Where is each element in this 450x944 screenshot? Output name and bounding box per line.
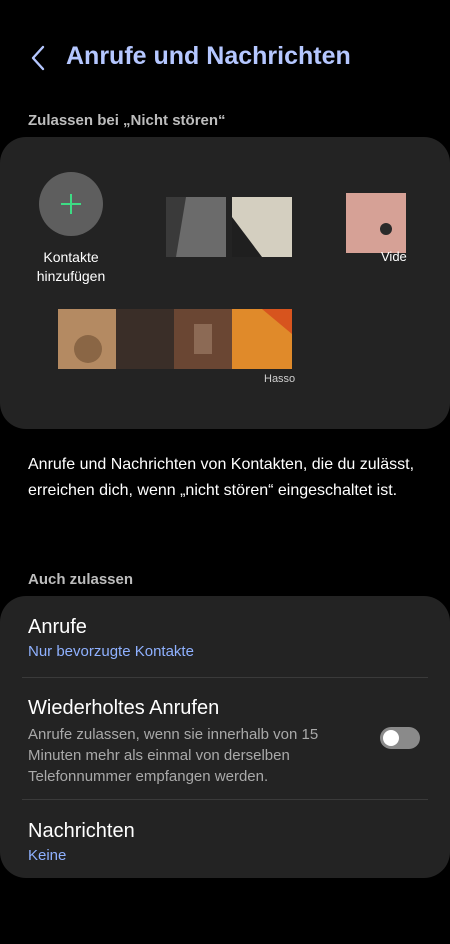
toggle-knob xyxy=(383,730,399,746)
calls-value: Nur bevorzugte Kontakte xyxy=(28,643,194,660)
avatar xyxy=(166,197,226,257)
allowed-contacts-card: Kontakte hinzufügen Vide Hasso xyxy=(0,137,450,429)
avatar xyxy=(58,309,118,369)
add-circle xyxy=(39,172,103,236)
also-allow-label: Auch zulassen xyxy=(28,571,134,588)
contact-avatar[interactable] xyxy=(166,197,226,257)
avatar xyxy=(346,193,406,253)
back-button[interactable] xyxy=(24,40,52,76)
calls-row[interactable]: Anrufe Nur bevorzugte Kontakte xyxy=(28,616,426,660)
also-allow-card: Anrufe Nur bevorzugte Kontakte Wiederhol… xyxy=(0,596,450,878)
page-title: Anrufe und Nachrichten xyxy=(66,42,351,70)
divider xyxy=(22,799,428,800)
avatar xyxy=(232,309,292,369)
contact-avatar[interactable] xyxy=(58,309,118,369)
repeat-calls-description: Anrufe zulassen, wenn sie innerhalb von … xyxy=(28,726,319,785)
plus-icon xyxy=(61,194,81,214)
contact-avatar[interactable] xyxy=(116,309,176,369)
contact-name: Hasso xyxy=(264,373,296,385)
add-contacts-button[interactable]: Kontakte hinzufügen xyxy=(37,172,105,284)
repeat-calls-title: Wiederholtes Anrufen xyxy=(28,697,220,719)
avatar xyxy=(174,309,234,369)
contact-name: Vide xyxy=(381,249,407,264)
add-contacts-label: Kontakte hinzufügen xyxy=(36,249,106,284)
calls-title: Anrufe xyxy=(28,616,87,638)
contact-avatar[interactable] xyxy=(232,309,292,369)
allow-section-label: Zulassen bei „Nicht stören“ xyxy=(28,112,226,129)
chevron-left-icon xyxy=(31,45,45,71)
avatar xyxy=(116,309,176,369)
contact-avatar[interactable] xyxy=(174,309,234,369)
repeat-calls-row[interactable]: Wiederholtes Anrufen Anrufe zulassen, we… xyxy=(28,697,426,787)
messages-value: Keine xyxy=(28,847,67,864)
avatar xyxy=(232,197,292,257)
contact-avatar[interactable] xyxy=(346,193,406,253)
repeat-calls-toggle[interactable] xyxy=(380,727,420,749)
divider xyxy=(22,677,428,678)
info-text: Anrufe und Nachrichten von Kontakten, di… xyxy=(28,456,415,499)
contact-avatar[interactable] xyxy=(232,197,292,257)
messages-row[interactable]: Nachrichten Keine xyxy=(28,820,426,864)
header-bar: Anrufe und Nachrichten xyxy=(0,38,450,78)
messages-title: Nachrichten xyxy=(28,820,135,842)
